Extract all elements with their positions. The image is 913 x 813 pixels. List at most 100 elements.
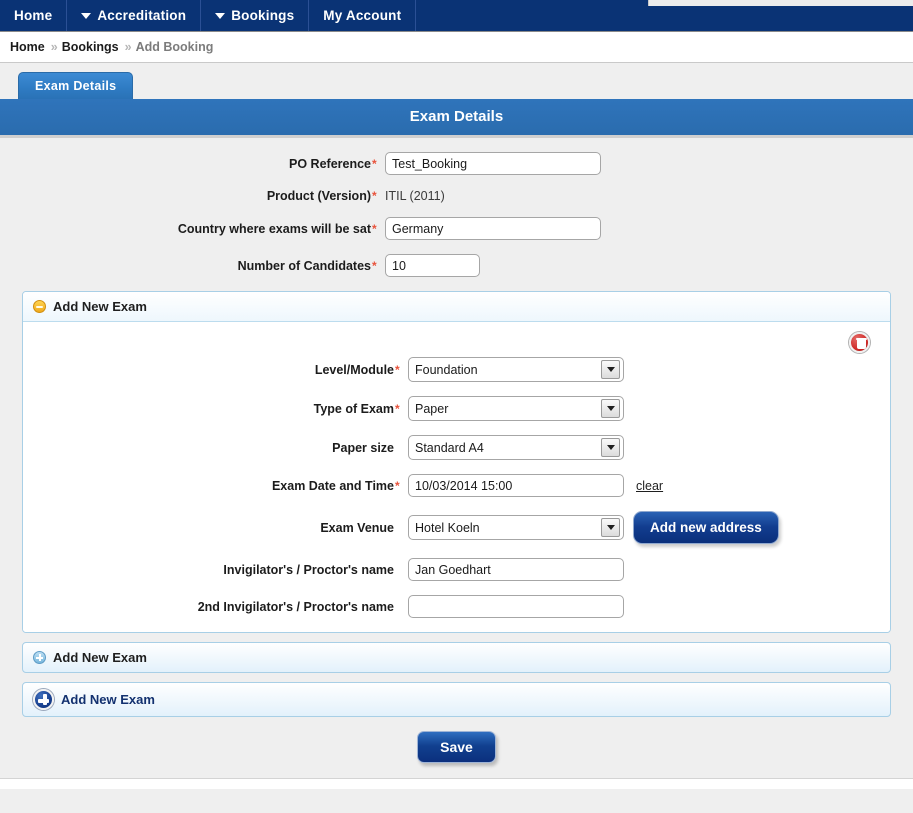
product-version-value: ITIL (2011) <box>385 189 445 203</box>
field-label: Level/Module* <box>23 363 405 377</box>
field-control: clear <box>405 474 663 497</box>
field-label-text: Exam Date and Time <box>271 478 394 493</box>
required-asterisk: * <box>372 221 377 236</box>
field-label: Exam Venue <box>23 521 405 535</box>
page-content: Exam Details Exam Details PO Reference* … <box>0 63 913 813</box>
page-title: Exam Details <box>0 99 913 138</box>
add-new-exam-button-row[interactable]: Add New Exam <box>22 682 891 717</box>
main-navigation-bar: Home Accreditation Bookings My Account <box>0 0 913 32</box>
chevron-down-icon[interactable] <box>601 399 620 418</box>
po-reference-input[interactable] <box>385 152 601 175</box>
country-input[interactable] <box>385 217 601 240</box>
save-button[interactable]: Save <box>417 731 496 763</box>
tab-exam-details[interactable]: Exam Details <box>18 72 134 99</box>
field-control: Hotel Koeln Add new address <box>405 511 779 544</box>
required-asterisk: * <box>395 362 400 377</box>
type-of-exam-select[interactable]: Paper <box>408 396 624 421</box>
field-label-text: Country where exams will be sat <box>177 221 371 236</box>
nav-item-label: Accreditation <box>97 8 187 23</box>
chevron-down-icon[interactable] <box>601 438 620 457</box>
add-new-exam-label: Add New Exam <box>61 692 155 707</box>
form-panel: PO Reference* Product (Version)* ITIL (2… <box>0 138 913 763</box>
field-control: Standard A4 <box>405 435 624 460</box>
nav-item-my-account[interactable]: My Account <box>309 0 417 31</box>
field-row-invigilator-2: 2nd Invigilator's / Proctor's name <box>23 595 890 618</box>
field-label: Number of Candidates* <box>0 259 382 273</box>
invigilator-name-input[interactable] <box>408 558 624 581</box>
field-label: Type of Exam* <box>23 402 405 416</box>
clear-date-link[interactable]: clear <box>636 479 663 493</box>
breadcrumb-separator-icon: » <box>50 40 58 54</box>
breadcrumb-item-home[interactable]: Home <box>10 40 45 54</box>
required-asterisk: * <box>372 189 377 203</box>
field-row-invigilator-1: Invigilator's / Proctor's name <box>23 558 890 581</box>
chevron-down-icon <box>81 12 92 19</box>
tab-bar: Exam Details <box>0 72 913 99</box>
level-module-select[interactable]: Foundation <box>408 357 624 382</box>
field-label: Country where exams will be sat* <box>0 222 382 236</box>
field-control: Foundation <box>405 357 624 382</box>
breadcrumb-item-add-booking: Add Booking <box>135 40 214 54</box>
exam-venue-value: Hotel Koeln <box>415 520 480 535</box>
header-panel-edge <box>648 0 913 6</box>
field-row-paper-size: Paper size Standard A4 <box>23 435 890 460</box>
chevron-down-icon <box>215 12 226 19</box>
required-asterisk: * <box>395 478 400 493</box>
add-new-exam-collapsed-label: Add New Exam <box>53 650 147 665</box>
nav-item-label: Bookings <box>231 8 295 23</box>
plus-circle-small-icon[interactable] <box>33 651 46 664</box>
number-of-candidates-input[interactable] <box>385 254 480 277</box>
nav-item-bookings[interactable]: Bookings <box>201 0 310 31</box>
required-asterisk: * <box>372 258 377 273</box>
level-module-value: Foundation <box>415 362 478 377</box>
field-label-text: Paper size <box>332 440 394 455</box>
nav-item-accreditation[interactable]: Accreditation <box>67 0 202 31</box>
field-control <box>382 254 480 277</box>
chevron-down-icon[interactable] <box>601 518 620 537</box>
exam-section-title: Add New Exam <box>53 299 147 314</box>
field-row-po-reference: PO Reference* <box>0 152 913 175</box>
field-row-type-of-exam: Type of Exam* Paper <box>23 396 890 421</box>
type-of-exam-value: Paper <box>415 401 449 416</box>
field-label: PO Reference* <box>0 157 382 171</box>
breadcrumb-item-bookings[interactable]: Bookings <box>62 40 119 54</box>
trash-icon[interactable] <box>849 332 870 353</box>
exam-section-body: Level/Module* Foundation Type of Exam* P… <box>23 322 890 632</box>
field-row-level-module: Level/Module* Foundation <box>23 357 890 382</box>
field-label-text: Number of Candidates <box>237 258 371 273</box>
nav-item-home[interactable]: Home <box>0 0 68 31</box>
add-new-exam-collapsed-row[interactable]: Add New Exam <box>22 642 891 673</box>
required-asterisk: * <box>395 401 400 416</box>
page-footer <box>0 778 913 789</box>
field-control: Paper <box>405 396 624 421</box>
minus-circle-icon[interactable] <box>33 300 46 313</box>
chevron-down-icon[interactable] <box>601 360 620 379</box>
field-label-text: Invigilator's / Proctor's name <box>223 562 394 577</box>
breadcrumb: Home » Bookings » Add Booking <box>0 32 913 62</box>
exam-venue-select[interactable]: Hotel Koeln <box>408 515 624 540</box>
field-control <box>382 217 601 240</box>
field-label-text: PO Reference <box>289 156 371 171</box>
nav-item-label: My Account <box>323 8 402 23</box>
field-label-text: Level/Module <box>314 362 394 377</box>
field-label: Product (Version)* <box>0 189 382 203</box>
field-row-number-of-candidates: Number of Candidates* <box>0 254 913 277</box>
field-row-exam-date-time: Exam Date and Time* clear <box>23 474 890 497</box>
second-invigilator-name-input[interactable] <box>408 595 624 618</box>
tab-label: Exam Details <box>35 79 117 93</box>
field-label: Paper size <box>23 441 405 455</box>
plus-circle-large-icon[interactable] <box>33 689 54 710</box>
field-row-product-version: Product (Version)* ITIL (2011) <box>0 189 913 203</box>
exam-date-time-input[interactable] <box>408 474 624 497</box>
exam-section-header[interactable]: Add New Exam <box>23 292 890 322</box>
field-label: 2nd Invigilator's / Proctor's name <box>23 600 405 614</box>
field-label: Invigilator's / Proctor's name <box>23 563 405 577</box>
field-label-text: Product (Version) <box>266 189 371 203</box>
exam-section-panel: Add New Exam Level/Module* Foundation Ty… <box>22 291 891 633</box>
field-label-text: Exam Venue <box>320 520 394 535</box>
field-row-exam-venue: Exam Venue Hotel Koeln Add new address <box>23 511 890 544</box>
field-control: ITIL (2011) <box>382 189 445 203</box>
paper-size-select[interactable]: Standard A4 <box>408 435 624 460</box>
add-new-address-button[interactable]: Add new address <box>633 511 779 544</box>
field-label-text: Type of Exam <box>313 401 394 416</box>
